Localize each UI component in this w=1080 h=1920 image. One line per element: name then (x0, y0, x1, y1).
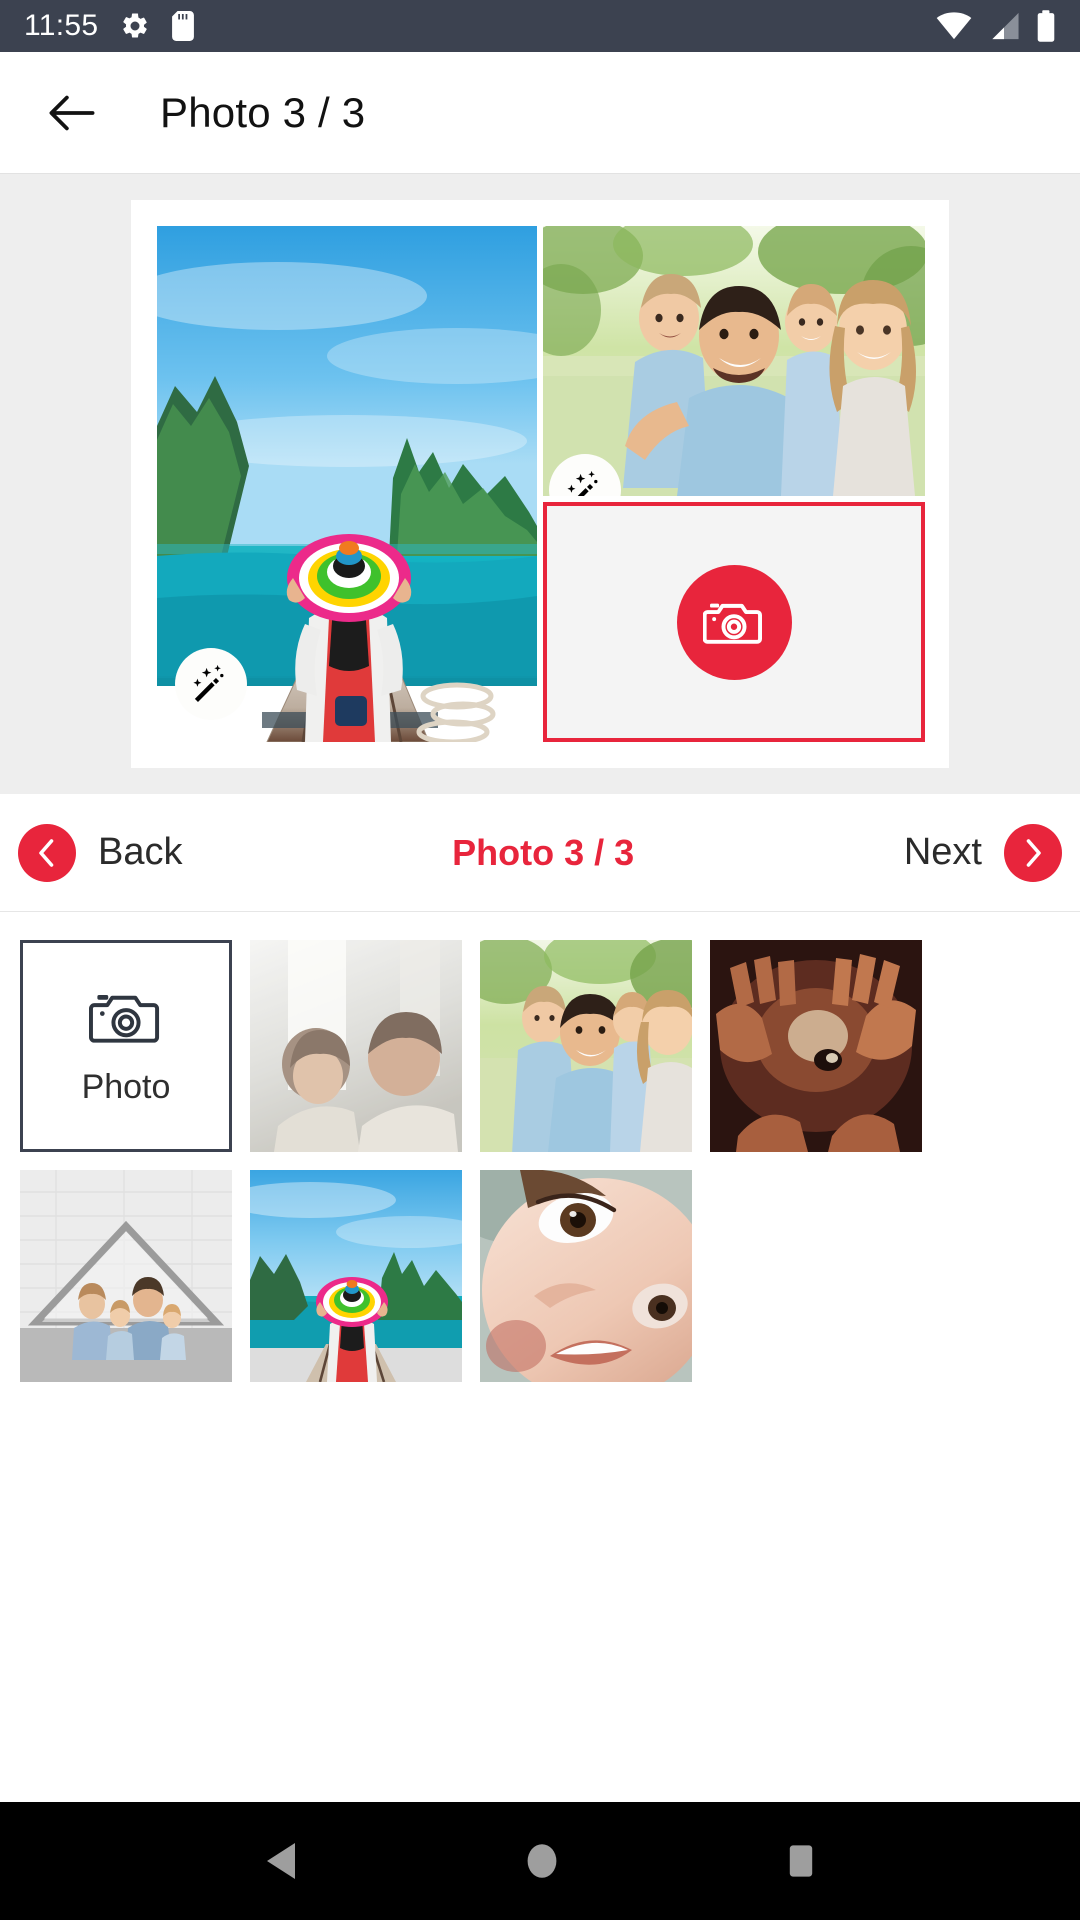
camera-icon (703, 603, 763, 644)
status-bar-left: 11:55 (24, 9, 195, 43)
android-system-nav (0, 1802, 1080, 1920)
gear-icon (120, 11, 150, 41)
smiling-child-closeup-image (480, 1170, 692, 1382)
pager-counter: Photo 3 / 3 (452, 831, 635, 873)
edit-photo-button-left[interactable] (175, 648, 247, 720)
add-photo-button[interactable] (676, 564, 792, 680)
hands-together-overhead-image (710, 940, 922, 1152)
empty-photo-slot[interactable] (543, 502, 925, 742)
pager-next-label: Next (903, 831, 982, 873)
thumbnail-add-photo-tile[interactable]: Photo (20, 940, 232, 1152)
thumbnail-add-photo-label: Photo (81, 1067, 171, 1106)
square-icon (789, 1845, 813, 1877)
thumbnail-grid: Photo (0, 912, 1080, 1802)
circle-icon (527, 1844, 557, 1878)
family-selfie-in-park-image (480, 940, 692, 1152)
photo-pager: Back Photo 3 / 3 Next (0, 794, 1080, 912)
pager-back-button[interactable]: Back (18, 823, 183, 882)
android-back-button[interactable] (263, 1841, 299, 1881)
thumbnail-woman-in-rainbow-hat-on-boat[interactable] (250, 1170, 462, 1382)
collage-cell-left[interactable] (157, 226, 537, 742)
wifi-icon (936, 11, 972, 41)
thumbnail-family-selfie-in-park[interactable] (480, 940, 692, 1152)
thumbnail-family-under-paper-house[interactable] (20, 1170, 232, 1382)
child-and-man-by-window-image (250, 940, 462, 1152)
back-navigation-button[interactable] (40, 81, 104, 145)
camera-icon (89, 994, 160, 1043)
collage-cell-top-right[interactable] (543, 226, 925, 496)
woman-in-rainbow-hat-on-boat-image (250, 1170, 462, 1382)
android-home-button[interactable] (525, 1841, 559, 1881)
sd-card-icon (172, 11, 195, 41)
magic-wand-icon (567, 470, 598, 496)
pager-next-button[interactable]: Next (903, 823, 1062, 882)
thumbnail-smiling-child-closeup[interactable] (480, 1170, 692, 1382)
status-bar-right (936, 10, 1056, 42)
chevron-left-icon (18, 823, 76, 882)
triangle-left-icon (267, 1843, 295, 1879)
family-under-paper-house-image (20, 1170, 232, 1382)
page-title: Photo 3 / 3 (160, 88, 366, 136)
app-screen: 11:55 Photo 3 / 3 Back Photo 3 / 3 Next … (0, 0, 1080, 1920)
collage-canvas-area (0, 174, 1080, 794)
collage-frame (131, 200, 949, 768)
android-recents-button[interactable] (785, 1841, 817, 1881)
thumbnail-child-and-man-by-window[interactable] (250, 940, 462, 1152)
app-bar: Photo 3 / 3 (0, 52, 1080, 174)
status-bar: 11:55 (0, 0, 1080, 52)
battery-icon (1036, 10, 1056, 42)
status-bar-clock: 11:55 (24, 9, 99, 42)
chevron-right-icon (1004, 823, 1062, 882)
arrow-left-icon (49, 95, 95, 130)
family-selfie-in-park-image (543, 226, 925, 496)
cell-signal-icon (988, 11, 1020, 41)
magic-wand-icon (193, 664, 224, 702)
pager-back-label: Back (98, 831, 183, 873)
collage-right-column (543, 226, 925, 742)
thumbnail-hands-together-overhead[interactable] (710, 940, 922, 1152)
